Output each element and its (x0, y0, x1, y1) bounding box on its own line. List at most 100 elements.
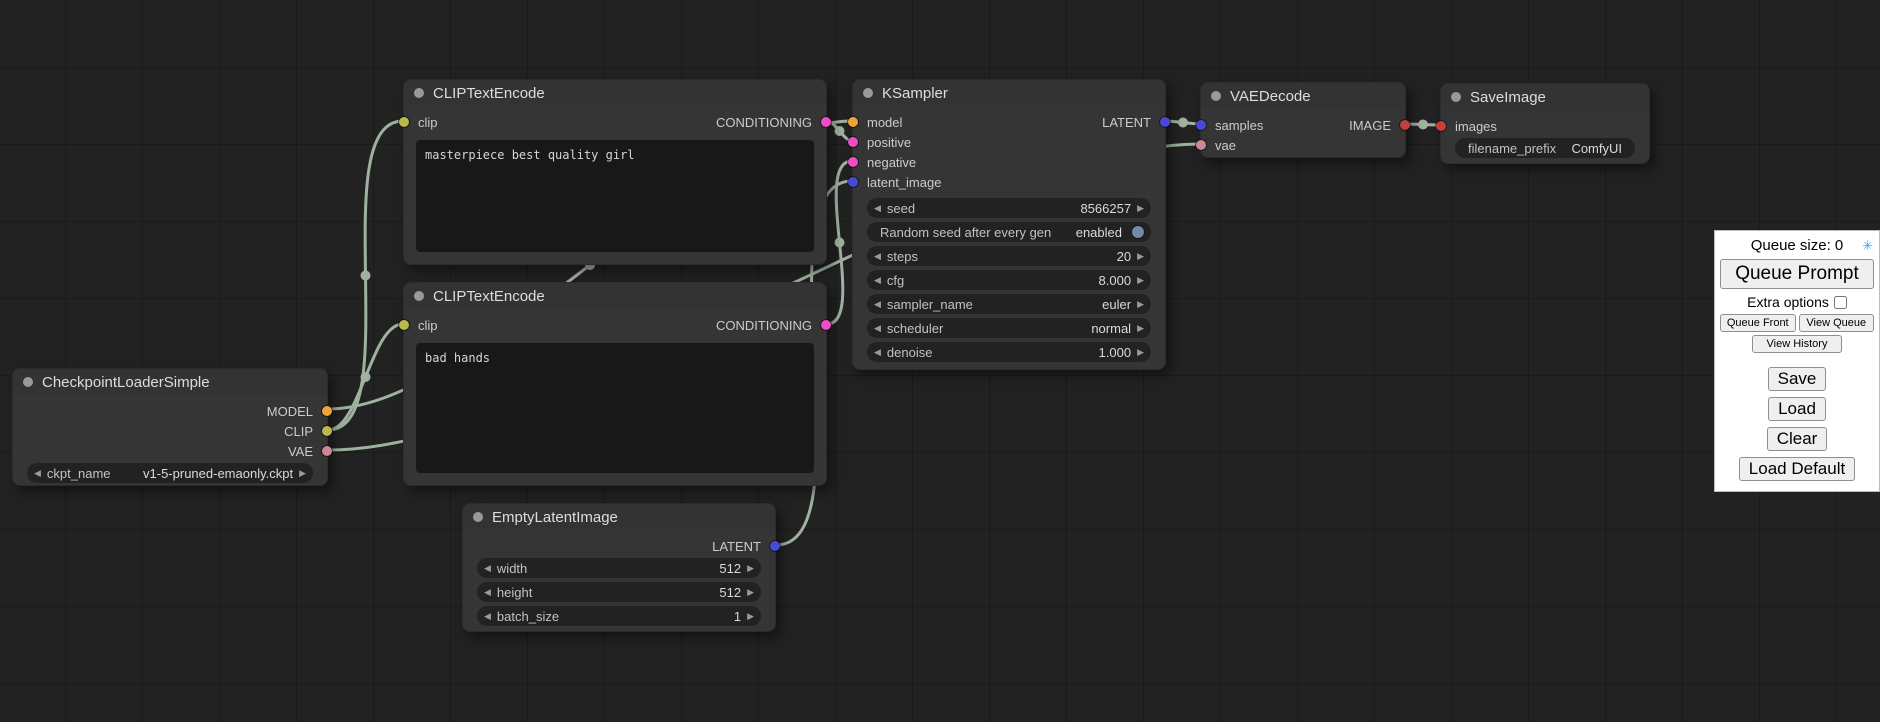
increment-arrow-icon[interactable]: ▶ (1137, 276, 1144, 285)
link-midpoint-dot[interactable] (361, 271, 371, 281)
decrement-arrow-icon[interactable]: ◀ (484, 612, 491, 621)
collapse-dot-icon[interactable] (863, 88, 873, 98)
save-button[interactable]: Save (1768, 367, 1827, 391)
output-slot-clip: CLIP (13, 421, 327, 441)
port-dot-vae[interactable] (322, 446, 332, 456)
decrement-arrow-icon[interactable]: ◀ (874, 252, 881, 261)
view-history-button[interactable]: View History (1752, 335, 1843, 353)
port-dot-image-output[interactable] (1400, 120, 1410, 130)
node-vae-decode[interactable]: VAEDecode samples IMAGE vae (1200, 82, 1406, 158)
widget-steps[interactable]: ◀ steps 20 ▶ (867, 246, 1151, 266)
port-dot-model[interactable] (322, 406, 332, 416)
widget-cfg[interactable]: ◀ cfg 8.000 ▶ (867, 270, 1151, 290)
decrement-arrow-icon[interactable]: ◀ (874, 276, 881, 285)
node-header[interactable]: CLIPTextEncode (404, 80, 826, 106)
node-header[interactable]: EmptyLatentImage (463, 504, 775, 530)
increment-arrow-icon[interactable]: ▶ (1137, 204, 1144, 213)
increment-arrow-icon[interactable]: ▶ (1137, 348, 1144, 357)
node-checkpoint-loader-simple[interactable]: CheckpointLoaderSimple MODEL CLIP VAE ◀ … (12, 368, 328, 486)
increment-arrow-icon[interactable]: ▶ (747, 564, 754, 573)
collapse-dot-icon[interactable] (23, 377, 33, 387)
port-dot-latent-output[interactable] (1160, 117, 1170, 127)
increment-arrow-icon[interactable]: ▶ (299, 469, 306, 478)
widget-value: 1 (565, 609, 741, 624)
widget-value: v1-5-pruned-emaonly.ckpt (117, 466, 294, 481)
clear-button[interactable]: Clear (1767, 427, 1828, 451)
decrement-arrow-icon[interactable]: ◀ (874, 300, 881, 309)
port-dot-negative-input[interactable] (848, 157, 858, 167)
widget-width[interactable]: ◀ width 512 ▶ (477, 558, 761, 578)
port-dot-images-input[interactable] (1436, 121, 1446, 131)
decrement-arrow-icon[interactable]: ◀ (874, 348, 881, 357)
widget-random-seed-toggle[interactable]: Random seed after every gen enabled (867, 222, 1151, 242)
widget-scheduler[interactable]: ◀ scheduler normal ▶ (867, 318, 1151, 338)
extra-options-checkbox[interactable] (1834, 296, 1847, 309)
port-dot-latent-output[interactable] (770, 541, 780, 551)
node-title: CLIPTextEncode (433, 85, 545, 102)
decrement-arrow-icon[interactable]: ◀ (484, 588, 491, 597)
settings-icon[interactable]: ✳ (1862, 238, 1873, 254)
port-dot-clip-input[interactable] (399, 117, 409, 127)
increment-arrow-icon[interactable]: ▶ (1137, 300, 1144, 309)
widget-denoise[interactable]: ◀ denoise 1.000 ▶ (867, 342, 1151, 362)
widget-sampler-name[interactable]: ◀ sampler_name euler ▶ (867, 294, 1151, 314)
collapse-dot-icon[interactable] (414, 88, 424, 98)
node-header[interactable]: CLIPTextEncode (404, 283, 826, 309)
widget-label: height (497, 585, 532, 600)
collapse-dot-icon[interactable] (473, 512, 483, 522)
widget-label: batch_size (497, 609, 559, 624)
widget-label: steps (887, 249, 918, 264)
widget-ckpt-name[interactable]: ◀ ckpt_name v1-5-pruned-emaonly.ckpt ▶ (27, 463, 313, 483)
port-dot-model-input[interactable] (848, 117, 858, 127)
node-save-image[interactable]: SaveImage images filename_prefix ComfyUI (1440, 83, 1650, 164)
widget-height[interactable]: ◀ height 512 ▶ (477, 582, 761, 602)
increment-arrow-icon[interactable]: ▶ (747, 588, 754, 597)
link-midpoint-dot[interactable] (1418, 120, 1428, 130)
slot-row: clip CONDITIONING (404, 112, 826, 132)
node-empty-latent-image[interactable]: EmptyLatentImage LATENT ◀ width 512 ▶ ◀ … (462, 503, 776, 632)
increment-arrow-icon[interactable]: ▶ (1137, 324, 1144, 333)
slot-label-clip: clip (418, 115, 438, 130)
node-header[interactable]: CheckpointLoaderSimple (13, 369, 327, 395)
increment-arrow-icon[interactable]: ▶ (747, 612, 754, 621)
link-midpoint-dot[interactable] (1178, 118, 1188, 128)
load-button[interactable]: Load (1768, 397, 1826, 421)
decrement-arrow-icon[interactable]: ◀ (484, 564, 491, 573)
port-dot-conditioning-output[interactable] (821, 117, 831, 127)
view-queue-button[interactable]: View Queue (1799, 314, 1875, 332)
port-dot-latent-image-input[interactable] (848, 177, 858, 187)
node-header[interactable]: VAEDecode (1201, 83, 1405, 109)
queue-front-button[interactable]: Queue Front (1720, 314, 1796, 332)
collapse-dot-icon[interactable] (1211, 91, 1221, 101)
port-dot-clip[interactable] (322, 426, 332, 436)
node-clip-text-encode-positive[interactable]: CLIPTextEncode clip CONDITIONING masterp… (403, 79, 827, 265)
decrement-arrow-icon[interactable]: ◀ (874, 324, 881, 333)
node-ksampler[interactable]: KSampler model LATENT positive negative … (852, 79, 1166, 370)
port-dot-clip-input[interactable] (399, 320, 409, 330)
positive-prompt-textarea[interactable]: masterpiece best quality girl (416, 140, 814, 252)
widget-filename-prefix[interactable]: filename_prefix ComfyUI (1455, 138, 1635, 158)
load-default-button[interactable]: Load Default (1739, 457, 1855, 481)
queue-prompt-button[interactable]: Queue Prompt (1720, 259, 1874, 289)
graph-canvas[interactable]: CheckpointLoaderSimple MODEL CLIP VAE ◀ … (0, 0, 1880, 722)
collapse-dot-icon[interactable] (1451, 92, 1461, 102)
decrement-arrow-icon[interactable]: ◀ (874, 204, 881, 213)
toggle-on-icon[interactable] (1132, 226, 1144, 238)
port-dot-vae-input[interactable] (1196, 140, 1206, 150)
node-header[interactable]: KSampler (853, 80, 1165, 106)
negative-prompt-textarea[interactable]: bad hands (416, 343, 814, 473)
decrement-arrow-icon[interactable]: ◀ (34, 469, 41, 478)
port-dot-positive-input[interactable] (848, 137, 858, 147)
port-dot-samples-input[interactable] (1196, 120, 1206, 130)
node-clip-text-encode-negative[interactable]: CLIPTextEncode clip CONDITIONING bad han… (403, 282, 827, 486)
port-dot-conditioning-output[interactable] (821, 320, 831, 330)
collapse-dot-icon[interactable] (414, 291, 424, 301)
widget-label: seed (887, 201, 915, 216)
link-midpoint-dot[interactable] (835, 126, 845, 136)
link-midpoint-dot[interactable] (835, 238, 845, 248)
widget-batch-size[interactable]: ◀ batch_size 1 ▶ (477, 606, 761, 626)
link-midpoint-dot[interactable] (361, 372, 371, 382)
node-header[interactable]: SaveImage (1441, 84, 1649, 110)
widget-seed[interactable]: ◀ seed 8566257 ▶ (867, 198, 1151, 218)
increment-arrow-icon[interactable]: ▶ (1137, 252, 1144, 261)
